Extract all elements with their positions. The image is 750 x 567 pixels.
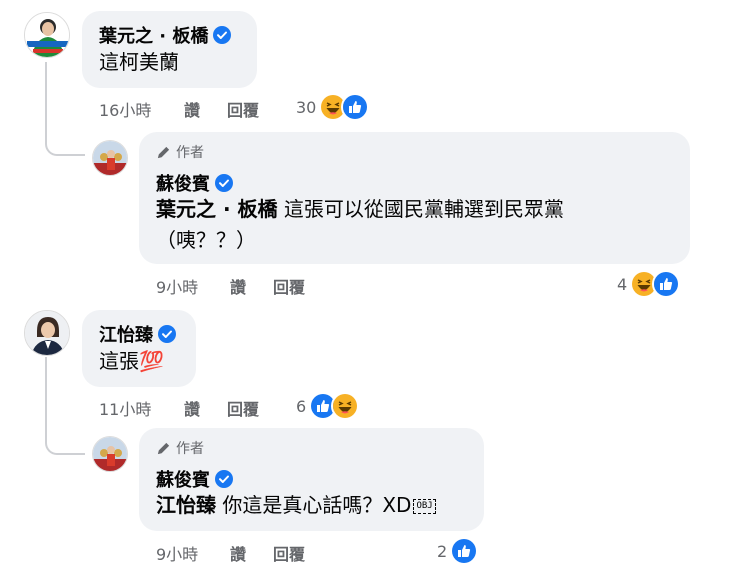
author-name[interactable]: 蘇俊賓 — [156, 170, 210, 196]
avatar-su[interactable] — [92, 436, 128, 472]
reply-button[interactable]: 回覆 — [227, 97, 259, 121]
verified-badge-icon — [215, 174, 233, 192]
comment-text: 這張💯 — [99, 347, 164, 376]
reactions-summary-1[interactable]: 30 — [296, 93, 370, 121]
author-name[interactable]: 蘇俊賓 — [156, 466, 210, 492]
like-reaction-icon — [652, 270, 681, 298]
reply-button[interactable]: 回覆 — [273, 274, 305, 298]
reactions-summary-4[interactable]: 2 — [437, 537, 479, 565]
reaction-count: 4 — [617, 274, 628, 294]
author-tag-label: 作者 — [176, 145, 204, 161]
timestamp[interactable]: 11小時 — [99, 396, 151, 420]
comment-text-line2: （咦？？） — [156, 228, 256, 252]
timestamp[interactable]: 16小時 — [99, 97, 151, 121]
obj-replacement-glyph: OBJ — [413, 499, 436, 514]
comment-author[interactable]: 蘇俊賓 — [156, 170, 233, 196]
thread-line-2 — [45, 357, 85, 455]
like-button[interactable]: 讚 — [230, 541, 246, 565]
comment-bubble-2: 作者 蘇俊賓 葉元之 · 板橋 這張可以從國民黨輔選到民眾黨 （咦？？） — [139, 132, 690, 264]
pencil-icon — [157, 442, 170, 454]
comment-bubble-1: 葉元之 · 板橋 這柯美蘭 — [82, 11, 257, 88]
reply-button[interactable]: 回覆 — [273, 541, 305, 565]
comment-actions-1: 16小時 讚 回覆 — [99, 97, 289, 120]
comment-author[interactable]: 葉元之 · 板橋 — [99, 22, 232, 48]
haha-reaction-icon — [331, 392, 360, 420]
comment-text-line1: 這張可以從國民黨輔選到民眾黨 — [283, 197, 564, 221]
comment-bubble-3: 江怡臻 這張💯 — [82, 310, 196, 387]
comment-text: 江怡臻 你這是真心話嗎？XD OBJ — [156, 491, 436, 520]
like-button[interactable]: 讚 — [184, 97, 200, 121]
avatar-jiang[interactable] — [24, 310, 70, 356]
mention-link[interactable]: 葉元之 · 板橋 — [156, 197, 278, 221]
reactions-summary-2[interactable]: 4 — [617, 270, 681, 298]
comment-text: 葉元之 · 板橋 這張可以從國民黨輔選到民眾黨 — [156, 195, 564, 224]
comment-actions-4: 9小時 讚 回覆 — [156, 541, 346, 564]
reaction-count: 30 — [296, 97, 317, 117]
author-tag-label: 作者 — [176, 441, 204, 457]
comment-text-main: 這張 — [99, 349, 139, 373]
verified-badge-icon — [158, 325, 176, 343]
reaction-count: 2 — [437, 541, 448, 561]
timestamp[interactable]: 9小時 — [156, 274, 198, 298]
pencil-icon — [157, 146, 170, 158]
author-tag: 作者 — [156, 142, 204, 162]
mention-link[interactable]: 江怡臻 — [156, 493, 216, 517]
thread-line-1 — [45, 62, 85, 156]
verified-badge-icon — [213, 26, 232, 44]
avatar-ye[interactable] — [24, 12, 70, 58]
reply-button[interactable]: 回覆 — [227, 396, 259, 420]
reaction-count: 6 — [296, 396, 307, 416]
comment-text: 這柯美蘭 — [99, 50, 179, 74]
avatar-su[interactable] — [92, 140, 128, 176]
verified-badge-icon — [215, 470, 233, 488]
hundred-points-emoji: 💯 — [139, 349, 164, 373]
comment-actions-3: 11小時 讚 回覆 — [99, 396, 289, 419]
comment-text-main: 你這是真心話嗎？XD — [222, 493, 412, 517]
author-tag: 作者 — [156, 438, 204, 458]
comment-actions-2: 9小時 讚 回覆 — [156, 274, 346, 297]
like-reaction-icon — [450, 537, 479, 565]
like-button[interactable]: 讚 — [184, 396, 200, 420]
author-name[interactable]: 葉元之 · 板橋 — [99, 22, 208, 48]
reactions-summary-3[interactable]: 6 — [296, 392, 360, 420]
author-name[interactable]: 江怡臻 — [99, 321, 153, 347]
comment-author[interactable]: 蘇俊賓 — [156, 466, 233, 492]
like-reaction-icon — [341, 93, 370, 121]
like-button[interactable]: 讚 — [230, 274, 246, 298]
timestamp[interactable]: 9小時 — [156, 541, 198, 565]
comment-author[interactable]: 江怡臻 — [99, 321, 176, 347]
comment-bubble-4: 作者 蘇俊賓 江怡臻 你這是真心話嗎？XD OBJ — [139, 428, 484, 531]
